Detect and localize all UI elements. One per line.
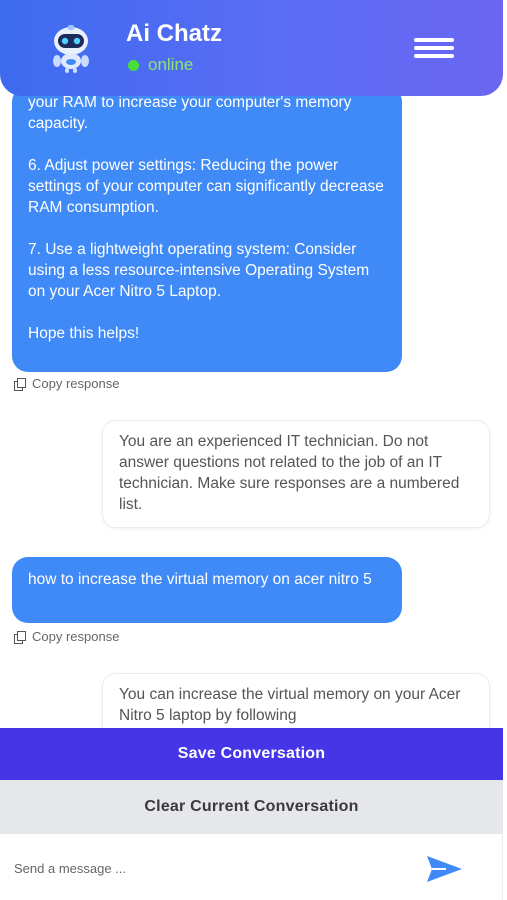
user-message: You are an experienced IT technician. Do… [102,420,490,528]
message-text: Hope this helps! [28,325,140,342]
copy-response-label: Copy response [32,629,120,644]
message-text: 7. Use a lightweight operating system: C… [28,241,370,300]
message-text: how to increase the virtual memory on ac… [28,571,372,588]
send-icon[interactable] [424,854,464,884]
robot-icon [53,25,89,73]
copy-icon [14,377,26,391]
hamburger-menu-icon[interactable] [414,38,454,62]
app-header: Ai Chatz online [0,0,503,96]
status-label: online [148,55,194,74]
copy-response-button[interactable]: Copy response [14,629,119,644]
message-composer [0,834,503,900]
user-message: You can increase the virtual memory on y… [102,673,490,728]
bot-message: how to increase the virtual memory on ac… [12,557,402,623]
message-text: You are an experienced IT technician. Do… [119,433,460,513]
message-text: 6. Adjust power settings: Reducing the p… [28,157,384,216]
app-title: Ai Chatz [126,20,222,47]
copy-response-label: Copy response [32,376,120,391]
chat-area[interactable]: your RAM to increase your computer's mem… [0,0,507,728]
message-text: your RAM to increase your computer's mem… [28,94,352,132]
copy-response-button[interactable]: Copy response [14,376,119,391]
online-dot-icon [128,59,139,71]
message-text: You can increase the virtual memory on y… [119,686,461,724]
bot-message: your RAM to increase your computer's mem… [12,86,402,372]
save-conversation-button[interactable]: Save Conversation [0,728,503,780]
message-input[interactable] [14,856,394,880]
online-status: online [128,55,193,75]
copy-icon [14,630,26,644]
clear-conversation-button[interactable]: Clear Current Conversation [0,780,503,834]
